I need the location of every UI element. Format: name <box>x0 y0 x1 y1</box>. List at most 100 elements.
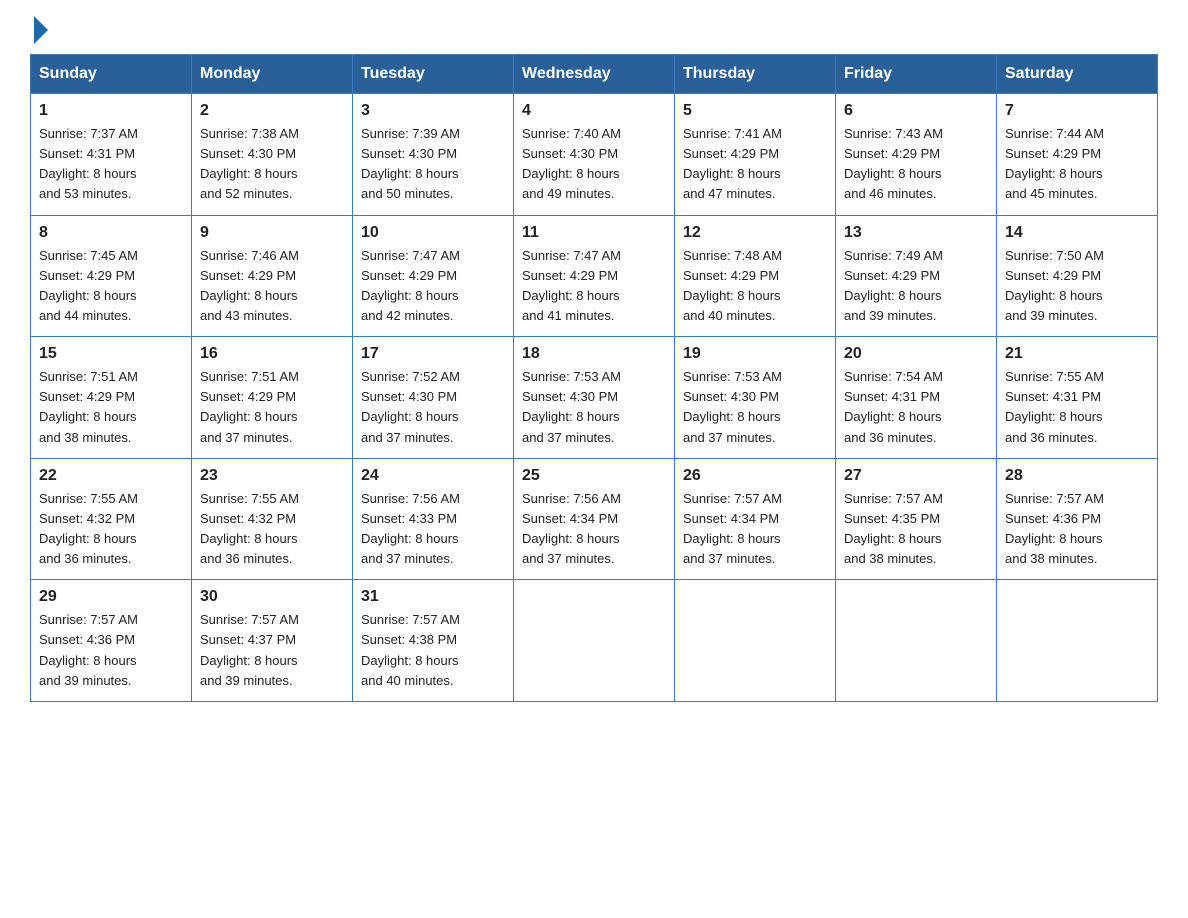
calendar-cell: 8 Sunrise: 7:45 AMSunset: 4:29 PMDayligh… <box>31 215 192 337</box>
calendar-week-row: 8 Sunrise: 7:45 AMSunset: 4:29 PMDayligh… <box>31 215 1158 337</box>
day-number: 4 <box>522 102 666 120</box>
day-info: Sunrise: 7:57 AMSunset: 4:38 PMDaylight:… <box>361 610 505 691</box>
calendar-cell: 2 Sunrise: 7:38 AMSunset: 4:30 PMDayligh… <box>192 94 353 216</box>
day-number: 16 <box>200 345 344 363</box>
calendar-week-row: 29 Sunrise: 7:57 AMSunset: 4:36 PMDaylig… <box>31 580 1158 702</box>
day-info: Sunrise: 7:56 AMSunset: 4:33 PMDaylight:… <box>361 489 505 570</box>
calendar-header-sunday: Sunday <box>31 55 192 94</box>
day-number: 19 <box>683 345 827 363</box>
day-number: 5 <box>683 102 827 120</box>
day-number: 24 <box>361 467 505 485</box>
calendar-cell: 18 Sunrise: 7:53 AMSunset: 4:30 PMDaylig… <box>514 337 675 459</box>
day-info: Sunrise: 7:39 AMSunset: 4:30 PMDaylight:… <box>361 124 505 205</box>
calendar-cell: 24 Sunrise: 7:56 AMSunset: 4:33 PMDaylig… <box>353 458 514 580</box>
day-number: 14 <box>1005 224 1149 242</box>
calendar-cell: 14 Sunrise: 7:50 AMSunset: 4:29 PMDaylig… <box>997 215 1158 337</box>
day-number: 31 <box>361 588 505 606</box>
day-info: Sunrise: 7:41 AMSunset: 4:29 PMDaylight:… <box>683 124 827 205</box>
day-number: 27 <box>844 467 988 485</box>
day-info: Sunrise: 7:38 AMSunset: 4:30 PMDaylight:… <box>200 124 344 205</box>
calendar-week-row: 1 Sunrise: 7:37 AMSunset: 4:31 PMDayligh… <box>31 94 1158 216</box>
day-info: Sunrise: 7:40 AMSunset: 4:30 PMDaylight:… <box>522 124 666 205</box>
calendar-header-saturday: Saturday <box>997 55 1158 94</box>
day-number: 28 <box>1005 467 1149 485</box>
calendar-cell <box>675 580 836 702</box>
day-number: 13 <box>844 224 988 242</box>
day-number: 23 <box>200 467 344 485</box>
calendar-cell: 15 Sunrise: 7:51 AMSunset: 4:29 PMDaylig… <box>31 337 192 459</box>
day-number: 18 <box>522 345 666 363</box>
day-number: 8 <box>39 224 183 242</box>
calendar-cell: 13 Sunrise: 7:49 AMSunset: 4:29 PMDaylig… <box>836 215 997 337</box>
day-number: 20 <box>844 345 988 363</box>
calendar-cell: 21 Sunrise: 7:55 AMSunset: 4:31 PMDaylig… <box>997 337 1158 459</box>
calendar-header-monday: Monday <box>192 55 353 94</box>
calendar-cell: 7 Sunrise: 7:44 AMSunset: 4:29 PMDayligh… <box>997 94 1158 216</box>
day-number: 25 <box>522 467 666 485</box>
day-info: Sunrise: 7:56 AMSunset: 4:34 PMDaylight:… <box>522 489 666 570</box>
calendar-cell: 28 Sunrise: 7:57 AMSunset: 4:36 PMDaylig… <box>997 458 1158 580</box>
calendar-cell <box>514 580 675 702</box>
day-info: Sunrise: 7:49 AMSunset: 4:29 PMDaylight:… <box>844 246 988 327</box>
day-number: 1 <box>39 102 183 120</box>
day-number: 9 <box>200 224 344 242</box>
calendar-table: SundayMondayTuesdayWednesdayThursdayFrid… <box>30 54 1158 702</box>
day-info: Sunrise: 7:50 AMSunset: 4:29 PMDaylight:… <box>1005 246 1149 327</box>
day-info: Sunrise: 7:55 AMSunset: 4:31 PMDaylight:… <box>1005 367 1149 448</box>
day-info: Sunrise: 7:43 AMSunset: 4:29 PMDaylight:… <box>844 124 988 205</box>
day-number: 26 <box>683 467 827 485</box>
day-info: Sunrise: 7:53 AMSunset: 4:30 PMDaylight:… <box>683 367 827 448</box>
calendar-cell: 26 Sunrise: 7:57 AMSunset: 4:34 PMDaylig… <box>675 458 836 580</box>
day-info: Sunrise: 7:54 AMSunset: 4:31 PMDaylight:… <box>844 367 988 448</box>
calendar-cell: 5 Sunrise: 7:41 AMSunset: 4:29 PMDayligh… <box>675 94 836 216</box>
calendar-cell: 9 Sunrise: 7:46 AMSunset: 4:29 PMDayligh… <box>192 215 353 337</box>
day-info: Sunrise: 7:53 AMSunset: 4:30 PMDaylight:… <box>522 367 666 448</box>
day-number: 29 <box>39 588 183 606</box>
calendar-header-wednesday: Wednesday <box>514 55 675 94</box>
calendar-cell: 25 Sunrise: 7:56 AMSunset: 4:34 PMDaylig… <box>514 458 675 580</box>
page-header <box>30 20 1158 38</box>
calendar-cell: 27 Sunrise: 7:57 AMSunset: 4:35 PMDaylig… <box>836 458 997 580</box>
day-info: Sunrise: 7:46 AMSunset: 4:29 PMDaylight:… <box>200 246 344 327</box>
calendar-cell: 6 Sunrise: 7:43 AMSunset: 4:29 PMDayligh… <box>836 94 997 216</box>
calendar-cell: 10 Sunrise: 7:47 AMSunset: 4:29 PMDaylig… <box>353 215 514 337</box>
calendar-cell: 1 Sunrise: 7:37 AMSunset: 4:31 PMDayligh… <box>31 94 192 216</box>
calendar-cell: 22 Sunrise: 7:55 AMSunset: 4:32 PMDaylig… <box>31 458 192 580</box>
calendar-cell: 30 Sunrise: 7:57 AMSunset: 4:37 PMDaylig… <box>192 580 353 702</box>
day-info: Sunrise: 7:47 AMSunset: 4:29 PMDaylight:… <box>522 246 666 327</box>
day-number: 12 <box>683 224 827 242</box>
day-info: Sunrise: 7:45 AMSunset: 4:29 PMDaylight:… <box>39 246 183 327</box>
calendar-cell: 29 Sunrise: 7:57 AMSunset: 4:36 PMDaylig… <box>31 580 192 702</box>
calendar-cell <box>997 580 1158 702</box>
calendar-week-row: 15 Sunrise: 7:51 AMSunset: 4:29 PMDaylig… <box>31 337 1158 459</box>
calendar-cell: 4 Sunrise: 7:40 AMSunset: 4:30 PMDayligh… <box>514 94 675 216</box>
day-info: Sunrise: 7:55 AMSunset: 4:32 PMDaylight:… <box>200 489 344 570</box>
day-number: 15 <box>39 345 183 363</box>
calendar-cell: 23 Sunrise: 7:55 AMSunset: 4:32 PMDaylig… <box>192 458 353 580</box>
calendar-header-tuesday: Tuesday <box>353 55 514 94</box>
calendar-week-row: 22 Sunrise: 7:55 AMSunset: 4:32 PMDaylig… <box>31 458 1158 580</box>
day-info: Sunrise: 7:57 AMSunset: 4:34 PMDaylight:… <box>683 489 827 570</box>
day-info: Sunrise: 7:57 AMSunset: 4:36 PMDaylight:… <box>39 610 183 691</box>
logo <box>30 20 48 38</box>
calendar-cell: 16 Sunrise: 7:51 AMSunset: 4:29 PMDaylig… <box>192 337 353 459</box>
calendar-cell: 20 Sunrise: 7:54 AMSunset: 4:31 PMDaylig… <box>836 337 997 459</box>
day-info: Sunrise: 7:52 AMSunset: 4:30 PMDaylight:… <box>361 367 505 448</box>
day-info: Sunrise: 7:57 AMSunset: 4:35 PMDaylight:… <box>844 489 988 570</box>
calendar-cell: 19 Sunrise: 7:53 AMSunset: 4:30 PMDaylig… <box>675 337 836 459</box>
calendar-cell: 3 Sunrise: 7:39 AMSunset: 4:30 PMDayligh… <box>353 94 514 216</box>
calendar-cell: 12 Sunrise: 7:48 AMSunset: 4:29 PMDaylig… <box>675 215 836 337</box>
day-number: 2 <box>200 102 344 120</box>
day-number: 30 <box>200 588 344 606</box>
day-number: 17 <box>361 345 505 363</box>
calendar-header-friday: Friday <box>836 55 997 94</box>
logo-triangle-icon <box>34 16 48 44</box>
day-number: 10 <box>361 224 505 242</box>
day-info: Sunrise: 7:57 AMSunset: 4:37 PMDaylight:… <box>200 610 344 691</box>
day-number: 21 <box>1005 345 1149 363</box>
day-info: Sunrise: 7:57 AMSunset: 4:36 PMDaylight:… <box>1005 489 1149 570</box>
day-number: 3 <box>361 102 505 120</box>
calendar-cell: 11 Sunrise: 7:47 AMSunset: 4:29 PMDaylig… <box>514 215 675 337</box>
day-info: Sunrise: 7:44 AMSunset: 4:29 PMDaylight:… <box>1005 124 1149 205</box>
day-info: Sunrise: 7:47 AMSunset: 4:29 PMDaylight:… <box>361 246 505 327</box>
